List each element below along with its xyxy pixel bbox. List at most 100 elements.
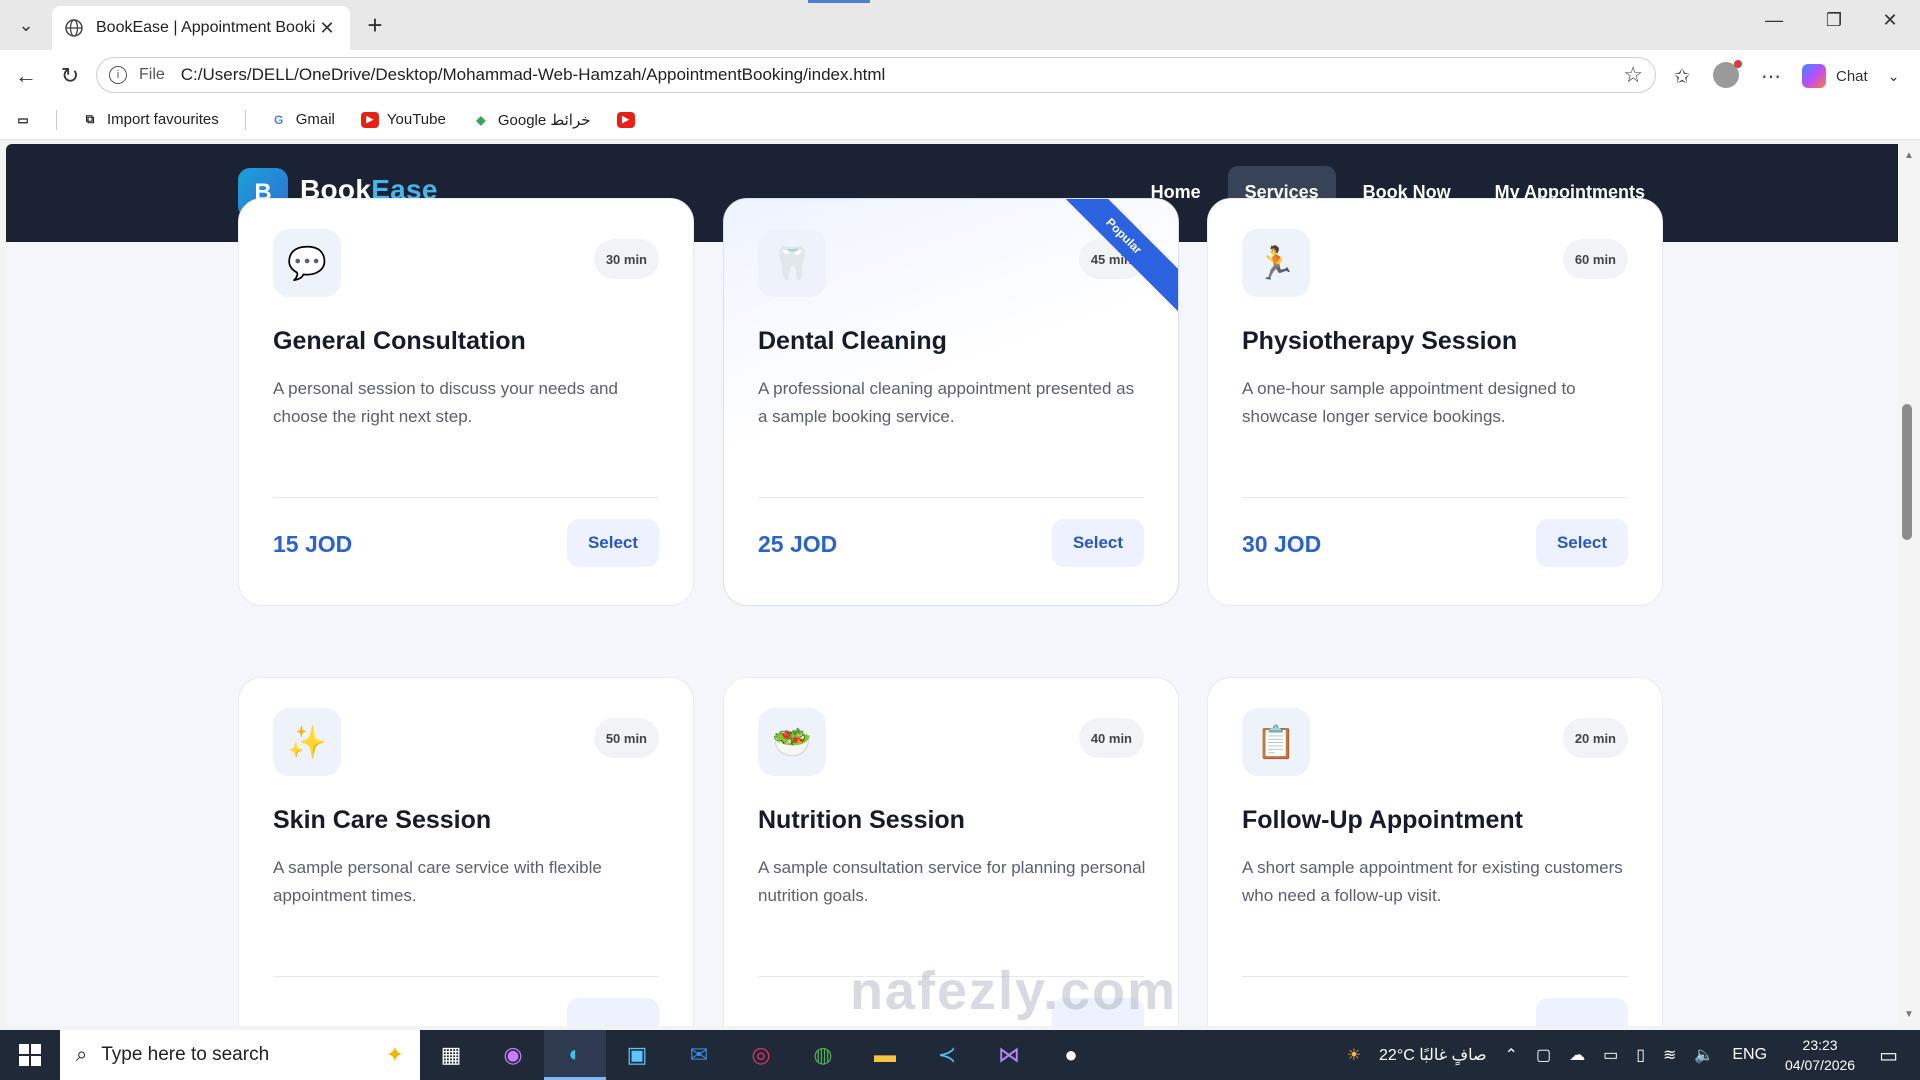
fav-label: YouTube: [386, 111, 446, 128]
reload-icon[interactable]: ↻: [56, 62, 84, 90]
running-person-icon: 🏃: [1242, 229, 1310, 297]
url-text[interactable]: C:/Users/DELL/OneDrive/Desktop/Mohammad-…: [181, 65, 1623, 85]
visual-studio-icon[interactable]: ⋈: [978, 1030, 1040, 1080]
vscode-icon[interactable]: ≺: [916, 1030, 978, 1080]
start-button[interactable]: [0, 1030, 60, 1080]
fav-label: Gmail: [295, 111, 335, 128]
scroll-up-icon[interactable]: ▲: [1904, 150, 1914, 161]
notifications-icon[interactable]: ▭: [1879, 1043, 1898, 1068]
select-button[interactable]: [1536, 998, 1628, 1026]
copilot-icon: [1802, 64, 1826, 88]
new-tab-plus-icon[interactable]: +: [360, 10, 390, 40]
clock-time: 23:23: [1802, 1037, 1838, 1053]
scroll-down-icon[interactable]: ▼: [1904, 1009, 1914, 1020]
chat-label: Chat: [1836, 67, 1868, 85]
show-hidden-icons-icon[interactable]: ⌃: [1505, 1045, 1518, 1065]
wifi-icon[interactable]: ≋: [1663, 1045, 1676, 1065]
search-icon: ⌕: [76, 1043, 88, 1066]
restore-icon[interactable]: ❐: [1814, 10, 1854, 31]
service-card-dental-cleaning: 🦷 45 min Popular Dental Cleaning A profe…: [723, 198, 1179, 606]
weather-text[interactable]: 22°C صافٍ غالبًا: [1379, 1045, 1487, 1065]
back-arrow-icon[interactable]: ←: [12, 62, 40, 90]
service-title: Follow-Up Appointment: [1242, 806, 1523, 834]
chevron-down-icon[interactable]: ⌄: [1888, 68, 1900, 85]
select-button[interactable]: Select: [1052, 519, 1144, 567]
windows-logo-icon: [19, 1044, 41, 1066]
duration-badge: 30 min: [593, 239, 659, 279]
youtube-icon: ▶: [616, 111, 635, 128]
service-price: 25 JOD: [758, 531, 838, 557]
card-divider: [273, 497, 659, 498]
service-title: General Consultation: [273, 327, 526, 355]
tab-activity-indicator: [808, 0, 870, 3]
fav-gmail[interactable]: G Gmail: [270, 111, 335, 128]
notification-dot: [1734, 60, 1742, 68]
onedrive-icon[interactable]: ☁: [1569, 1045, 1585, 1065]
favorite-star-icon[interactable]: ☆: [1623, 62, 1643, 88]
microsoft-store-icon[interactable]: ▣: [606, 1030, 668, 1080]
globe-icon: [65, 19, 83, 37]
service-title: Dental Cleaning: [758, 327, 947, 355]
card-divider: [1242, 497, 1628, 498]
page-scrollbar[interactable]: ▲ ▼: [1898, 144, 1920, 1026]
card-divider: [1242, 976, 1628, 977]
tab-actions-chevron-icon[interactable]: ⌄: [10, 8, 42, 42]
volume-icon[interactable]: 🔈: [1694, 1045, 1714, 1065]
youtube-icon: ▶: [360, 111, 379, 128]
select-button[interactable]: [567, 998, 659, 1026]
collections-icon[interactable]: ▭: [14, 112, 32, 128]
import-icon: ⧉: [85, 112, 95, 126]
favourites-list-icon[interactable]: ✩: [1668, 62, 1696, 90]
fav-label: Import favourites: [107, 111, 219, 128]
fav-youtube-2[interactable]: ▶: [616, 111, 643, 128]
battery-icon[interactable]: ▯: [1636, 1045, 1645, 1065]
info-icon[interactable]: i: [109, 66, 127, 84]
browser-tab[interactable]: BookEase | Appointment Booking ✕: [52, 6, 350, 50]
service-card-follow-up: 📋 20 min Follow-Up Appointment A short s…: [1207, 677, 1663, 1026]
fav-google-maps[interactable]: ◆ Google خرائط: [472, 111, 590, 129]
edge-browser-icon[interactable]: ◐: [544, 1030, 606, 1080]
card-divider: [273, 976, 659, 977]
address-toolbar: ← ↻ i File C:/Users/DELL/OneDrive/Deskto…: [0, 50, 1920, 100]
copilot-app-icon[interactable]: ◉: [482, 1030, 544, 1080]
salad-icon: 🥗: [758, 708, 826, 776]
minimize-icon[interactable]: —: [1754, 10, 1794, 31]
favbar-divider: [244, 109, 246, 130]
outlook-icon[interactable]: ✉: [668, 1030, 730, 1080]
service-price: 30 JOD: [1242, 531, 1322, 557]
weather-icon[interactable]: ☀: [1347, 1045, 1361, 1065]
service-price: 15 JOD: [273, 531, 353, 557]
service-title: Skin Care Session: [273, 806, 492, 834]
search-highlight-icon: ✦: [385, 1042, 404, 1067]
select-button[interactable]: Select: [567, 519, 659, 567]
service-description: A one-hour sample appointment designed t…: [1242, 379, 1576, 426]
fav-youtube[interactable]: ▶ YouTube: [360, 111, 446, 128]
service-title: Nutrition Session: [758, 806, 965, 834]
search-placeholder: Type here to search: [101, 1044, 270, 1065]
more-options-icon[interactable]: ⋯: [1757, 62, 1785, 90]
display-icon[interactable]: ▭: [1603, 1045, 1618, 1065]
task-view-icon[interactable]: ▦: [420, 1030, 482, 1080]
file-explorer-icon[interactable]: ▬: [854, 1030, 916, 1080]
copilot-chat-button[interactable]: Chat ⌄: [1802, 62, 1899, 90]
windows-taskbar: ⌕ Type here to search ✦ ▦ ◉ ◐ ▣ ✉ ◎ ◍ ▬ …: [0, 1030, 1920, 1080]
scrollbar-thumb[interactable]: [1902, 404, 1912, 540]
close-tab-icon[interactable]: ✕: [316, 18, 338, 39]
github-icon[interactable]: ●: [1040, 1030, 1102, 1080]
select-button[interactable]: Select: [1536, 519, 1628, 567]
fav-import-favourites[interactable]: ⧉ Import favourites: [81, 111, 219, 128]
duration-badge: 40 min: [1078, 718, 1144, 758]
address-bar[interactable]: i File C:/Users/DELL/OneDrive/Desktop/Mo…: [96, 57, 1656, 93]
tooth-icon: 🦷: [758, 229, 826, 297]
chrome-icon[interactable]: ◍: [792, 1030, 854, 1080]
clock[interactable]: 23:23 04/07/2026: [1785, 1035, 1855, 1075]
language-indicator[interactable]: ENG: [1732, 1046, 1767, 1064]
service-card-skin-care: ✨ 50 min Skin Care Session A sample pers…: [238, 677, 694, 1026]
close-window-icon[interactable]: ✕: [1870, 10, 1910, 31]
system-tray: ☀ 22°C صافٍ غالبًا ⌃ ▢ ☁ ▭ ▯ ≋ 🔈 ENG 23:…: [1347, 1035, 1920, 1075]
instagram-icon[interactable]: ◎: [730, 1030, 792, 1080]
taskbar-search[interactable]: ⌕ Type here to search ✦: [60, 1030, 420, 1080]
meet-now-icon[interactable]: ▢: [1536, 1045, 1551, 1065]
service-description: A short sample appointment for existing …: [1242, 858, 1623, 905]
service-description: A sample consultation service for planni…: [758, 858, 1146, 905]
